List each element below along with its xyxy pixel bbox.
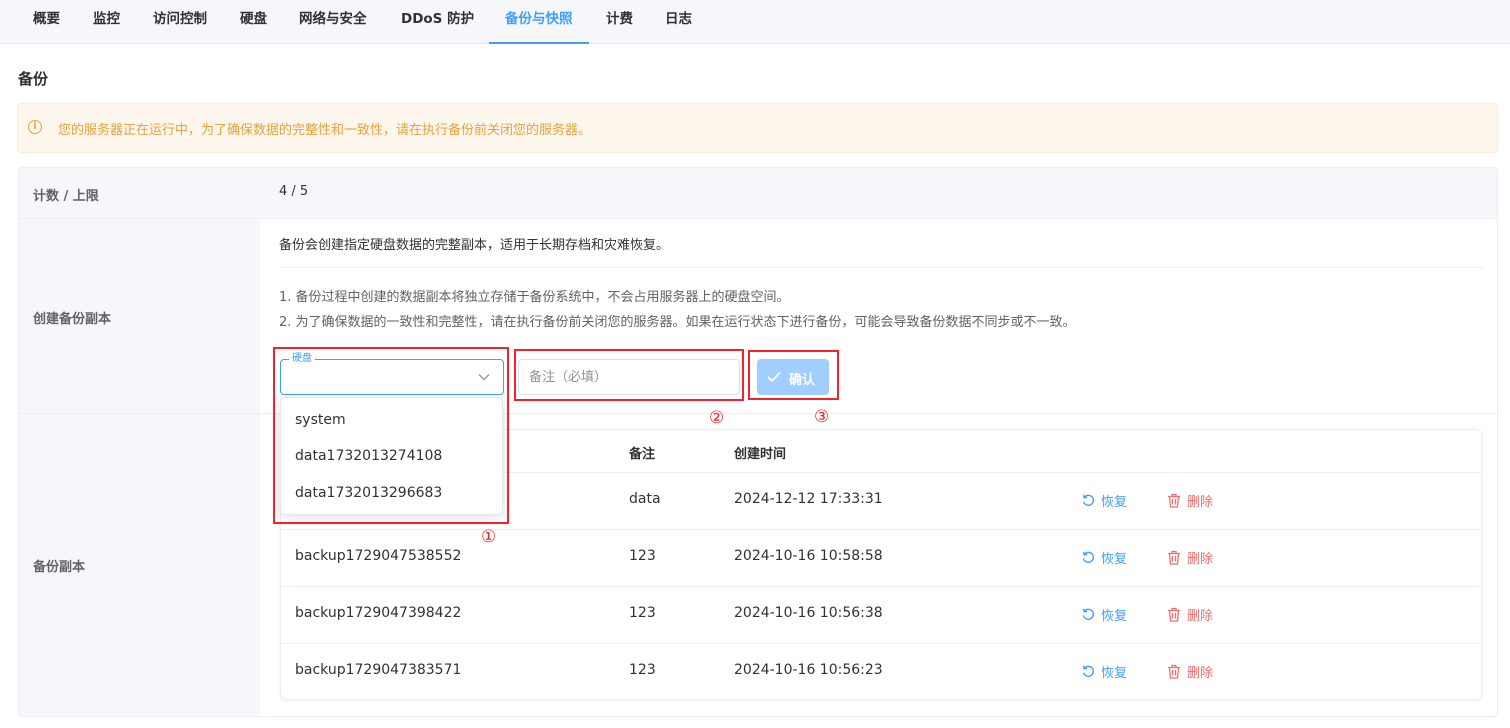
backup-name: backup1729047538552: [295, 548, 462, 564]
count-row: [19, 168, 1497, 218]
restore-label: 恢复: [1101, 609, 1128, 624]
trash-icon: [1168, 550, 1180, 565]
column-header-created-time: 创建时间: [734, 447, 787, 462]
tab-access-control[interactable]: 访问控制: [137, 0, 223, 44]
delete-label: 删除: [1187, 609, 1214, 624]
annotation-box-confirm: [748, 350, 839, 400]
count-value: 4 / 5: [279, 184, 309, 199]
section-title: 备份: [18, 70, 49, 88]
backups-label: 备份副本: [33, 560, 86, 575]
column-header-remark: 备注: [629, 447, 656, 462]
restore-icon: [1082, 494, 1095, 506]
tab-disk[interactable]: 硬盘: [224, 0, 283, 44]
warning-alert: i 您的服务器正在运行中，为了确保数据的完整性和一致性，请在执行备份前关闭您的服…: [17, 103, 1498, 153]
trash-icon: [1168, 493, 1180, 508]
delete-label: 删除: [1187, 666, 1214, 681]
table-row: backup1729047383571 123 2024-10-16 10:56…: [281, 643, 1481, 700]
backup-time: 2024-10-16 10:56:23: [734, 662, 883, 678]
tab-monitor[interactable]: 监控: [77, 0, 136, 44]
tab-overview[interactable]: 概要: [17, 0, 76, 44]
backup-time: 2024-12-12 17:33:31: [734, 491, 883, 507]
annotation-number-3: ③: [814, 407, 830, 427]
restore-label: 恢复: [1101, 666, 1128, 681]
restore-label: 恢复: [1101, 495, 1128, 510]
backup-remark: data: [629, 491, 661, 507]
backup-remark: 123: [629, 605, 656, 621]
trash-icon: [1168, 664, 1180, 679]
restore-label: 恢复: [1101, 552, 1128, 567]
backup-remark: 123: [629, 548, 656, 564]
backup-descriptions: 计数 / 上限 4 / 5 创建备份副本 备份会创建指定硬盘数据的完整副本，适用…: [18, 167, 1498, 717]
tab-logs[interactable]: 日志: [649, 0, 708, 44]
tab-bar: 概要 监控 访问控制 硬盘 网络与安全 DDoS 防护 备份与快照 计费 日志: [0, 0, 1510, 44]
annotation-box-disk: [273, 347, 509, 524]
backup-remark: 123: [629, 662, 656, 678]
trash-icon: [1168, 607, 1180, 622]
create-intro: 备份会创建指定硬盘数据的完整副本，适用于长期存档和灾难恢复。: [279, 238, 670, 253]
tab-network-security[interactable]: 网络与安全: [283, 0, 383, 44]
annotation-box-remark: [514, 349, 744, 401]
tab-ddos[interactable]: DDoS 防护: [385, 0, 490, 44]
annotation-number-1: ①: [481, 527, 497, 547]
tab-billing[interactable]: 计费: [590, 0, 649, 44]
backup-name: backup1729047398422: [295, 605, 462, 621]
tab-backup-snapshot[interactable]: 备份与快照: [489, 0, 589, 44]
backup-name: backup1729047383571: [295, 662, 462, 678]
info-icon: i: [28, 120, 42, 134]
table-row: backup1729047538552 123 2024-10-16 10:58…: [281, 529, 1481, 586]
create-note-2: 2. 为了确保数据的一致性和完整性，请在执行备份前关闭您的服务器。如果在运行状态…: [279, 315, 1076, 330]
restore-icon: [1082, 608, 1095, 620]
backup-time: 2024-10-16 10:56:38: [734, 605, 883, 621]
create-note-1: 1. 备份过程中创建的数据副本将独立存储于备份系统中，不会占用服务器上的硬盘空间…: [279, 290, 790, 305]
table-row: backup1729047398422 123 2024-10-16 10:56…: [281, 586, 1481, 643]
annotation-number-2: ②: [709, 408, 725, 428]
restore-icon: [1082, 551, 1095, 563]
create-label: 创建备份副本: [33, 312, 112, 327]
delete-label: 删除: [1187, 495, 1214, 510]
count-label: 计数 / 上限: [33, 189, 99, 204]
backup-time: 2024-10-16 10:58:58: [734, 548, 883, 564]
alert-text: 您的服务器正在运行中，为了确保数据的完整性和一致性，请在执行备份前关闭您的服务器…: [58, 123, 592, 138]
restore-icon: [1082, 665, 1095, 677]
delete-label: 删除: [1187, 552, 1214, 567]
create-divider: [279, 267, 1483, 268]
